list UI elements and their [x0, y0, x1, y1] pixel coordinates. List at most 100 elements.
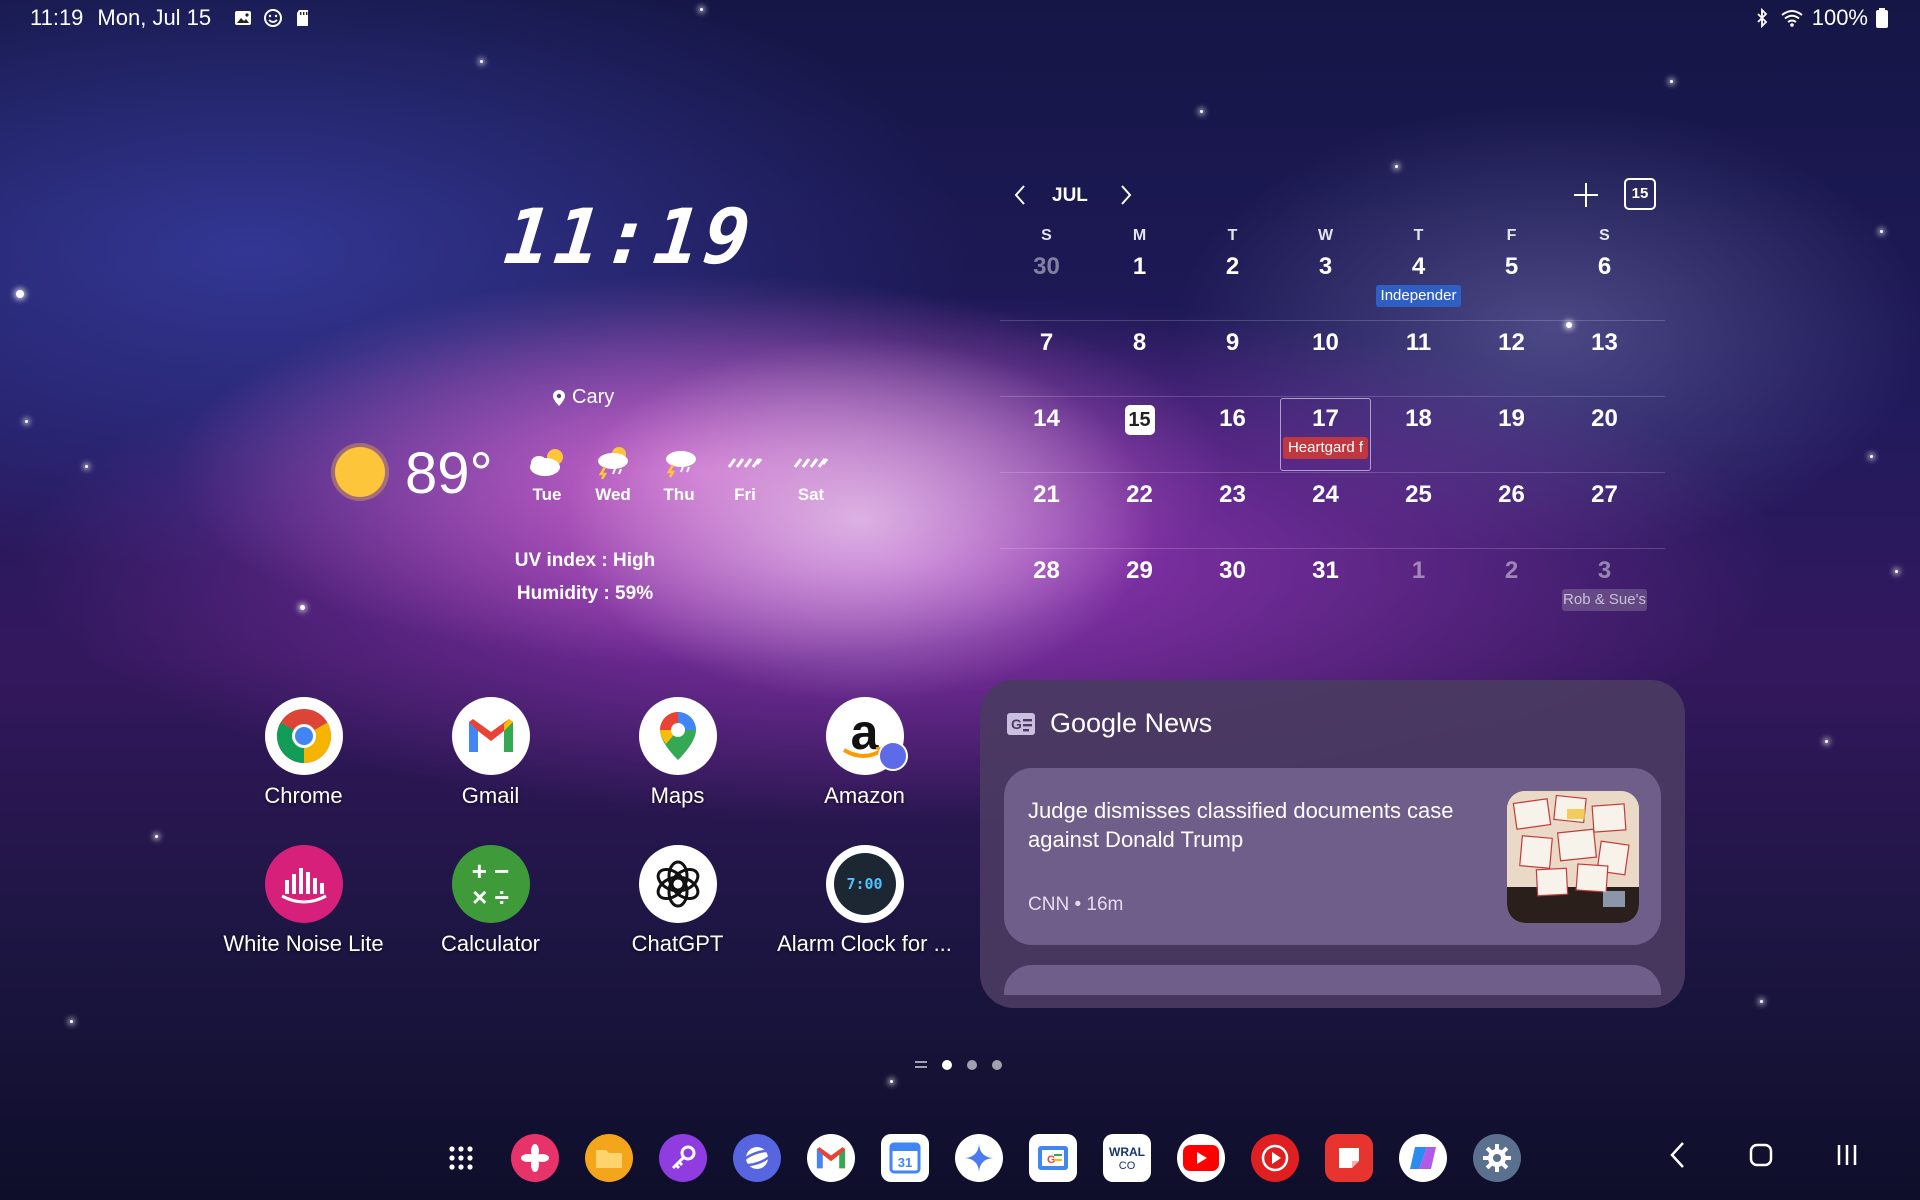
youtube-music-icon[interactable] [1251, 1134, 1299, 1182]
calendar-day[interactable]: 24 [1279, 473, 1372, 548]
calendar-week-row: 30 1 2 3 4 Independer 5 6 [1000, 245, 1665, 320]
gemini-icon[interactable] [955, 1134, 1003, 1182]
app-white-noise-lite[interactable]: White Noise Lite [210, 845, 397, 957]
samsung-pass-icon[interactable] [659, 1134, 707, 1182]
day-number: 30 [1219, 557, 1246, 584]
calendar-day[interactable]: 31 [1279, 549, 1372, 624]
calendar-day[interactable]: 20 [1558, 397, 1651, 472]
calendar-day[interactable]: 2 [1465, 549, 1558, 624]
calendar-day[interactable]: 21 [1000, 473, 1093, 548]
app-chatgpt[interactable]: ChatGPT [584, 845, 771, 957]
calendar-day[interactable]: 13 [1558, 321, 1651, 396]
add-event-icon[interactable] [1572, 181, 1600, 209]
app-drawer-icon[interactable] [437, 1134, 485, 1182]
news-thumbnail[interactable] [1507, 791, 1639, 923]
calendar-day[interactable]: 6 [1558, 245, 1651, 320]
calendar-day[interactable]: 10 [1279, 321, 1372, 396]
status-time: 11:19 [30, 5, 84, 30]
app-amazon[interactable]: a Amazon [771, 697, 958, 809]
emoji-notification-icon [264, 9, 283, 27]
news-article-card[interactable] [1004, 965, 1661, 995]
calendar-day[interactable]: 27 [1558, 473, 1651, 548]
calendar-week-row: 28 29 30 31 1 2 3 Rob & Sue's [1000, 548, 1665, 624]
app-chrome[interactable]: Chrome [210, 697, 397, 809]
calendar-event[interactable]: Heartgard f [1283, 437, 1368, 459]
calendar-day[interactable]: 3 [1279, 245, 1372, 320]
calendar-day[interactable]: 30 [1000, 245, 1093, 320]
calendar-day-today[interactable]: 15 [1093, 397, 1186, 472]
calendar-event[interactable]: Independer [1376, 285, 1461, 307]
calendar-day[interactable]: 1 [1093, 245, 1186, 320]
calendar-month[interactable]: JUL [1052, 185, 1088, 207]
settings-icon[interactable] [1473, 1134, 1521, 1182]
app-maps[interactable]: Maps [584, 697, 771, 809]
wifi-icon [1781, 10, 1803, 27]
calendar-day[interactable]: 30 [1186, 549, 1279, 624]
calendar-day[interactable]: 16 [1186, 397, 1279, 472]
recents-icon[interactable] [1834, 1142, 1860, 1168]
gallery-icon[interactable] [511, 1134, 559, 1182]
app-gmail[interactable]: Gmail [397, 697, 584, 809]
calendar-day[interactable]: 8 [1093, 321, 1186, 396]
app-label: White Noise Lite [223, 931, 384, 956]
wral-news-icon[interactable]: WRAL CO [1103, 1134, 1151, 1182]
day-number: 12 [1498, 329, 1525, 356]
day-number: 2 [1225, 253, 1240, 280]
calendar-day[interactable]: 4 Independer [1372, 245, 1465, 320]
back-icon[interactable] [1668, 1140, 1688, 1170]
weekday-label: F [1506, 227, 1517, 244]
calendar-event[interactable]: Rob & Sue's [1562, 589, 1647, 611]
youtube-icon[interactable] [1177, 1134, 1225, 1182]
calendar-day[interactable]: 14 [1000, 397, 1093, 472]
location-pin-icon [553, 389, 565, 406]
copilot-icon[interactable] [1399, 1134, 1447, 1182]
calendar-day[interactable]: 1 [1372, 549, 1465, 624]
news-header[interactable]: G Google News [1006, 708, 1212, 739]
amazon-icon: a [825, 697, 908, 775]
status-bar: 11:19 Mon, Jul 15 100% [0, 0, 1920, 36]
calendar-day[interactable]: 29 [1093, 549, 1186, 624]
calendar-day[interactable]: 17 Heartgard f [1279, 397, 1372, 472]
chevron-right-icon[interactable] [1118, 183, 1134, 207]
svg-text:G: G [1011, 716, 1022, 732]
calendar-day[interactable]: 18 [1372, 397, 1465, 472]
day-number: 26 [1498, 481, 1525, 508]
calendar-day[interactable]: 22 [1093, 473, 1186, 548]
calendar-week-row: 21 22 23 24 25 26 27 [1000, 472, 1665, 548]
day-number: 21 [1033, 481, 1060, 508]
calendar-day[interactable]: 19 [1465, 397, 1558, 472]
google-news-icon[interactable]: G [1029, 1134, 1077, 1182]
gmail-icon [451, 697, 530, 775]
calendar-day[interactable]: 28 [1000, 549, 1093, 624]
google-calendar-icon[interactable]: 31 [881, 1134, 929, 1182]
page-indicator[interactable] [915, 1060, 1002, 1070]
go-to-today-button[interactable]: 15 [1624, 178, 1656, 210]
google-news-widget[interactable]: G Google News Judge dismisses classified… [980, 680, 1685, 1008]
news-article-card[interactable]: Judge dismisses classified documents cas… [1004, 768, 1661, 945]
news-headline[interactable]: Judge dismisses classified documents cas… [1028, 796, 1498, 854]
my-files-icon[interactable] [585, 1134, 633, 1182]
calendar-day[interactable]: 2 [1186, 245, 1279, 320]
google-news-icon: G [1007, 712, 1035, 735]
calendar-day[interactable]: 5 [1465, 245, 1558, 320]
calendar-day[interactable]: 3 Rob & Sue's [1558, 549, 1651, 624]
calculator-icon: + − × ÷ [451, 845, 530, 923]
calendar-day[interactable]: 25 [1372, 473, 1465, 548]
digital-clock-widget[interactable]: 11:19 [500, 192, 758, 281]
calendar-day[interactable]: 11 [1372, 321, 1465, 396]
calendar-day[interactable]: 7 [1000, 321, 1093, 396]
notes-icon[interactable] [1325, 1134, 1373, 1182]
calendar-widget[interactable]: JUL 15 SMTWTFS 30 1 2 3 4 Independer 5 6 7 8 9 10 11… [1000, 175, 1665, 624]
forecast-day: Sat [789, 445, 833, 505]
home-icon[interactable] [1748, 1142, 1774, 1168]
calendar-day[interactable]: 9 [1186, 321, 1279, 396]
rain-icon [727, 458, 763, 468]
calendar-day[interactable]: 23 [1186, 473, 1279, 548]
calendar-day[interactable]: 12 [1465, 321, 1558, 396]
app-alarm-clock[interactable]: 7:00 Alarm Clock for ... [771, 845, 958, 957]
app-calculator[interactable]: + − × ÷ Calculator [397, 845, 584, 957]
calendar-day[interactable]: 26 [1465, 473, 1558, 548]
samsung-internet-icon[interactable] [733, 1134, 781, 1182]
chevron-left-icon[interactable] [1012, 183, 1028, 207]
gmail-icon[interactable] [807, 1134, 855, 1182]
